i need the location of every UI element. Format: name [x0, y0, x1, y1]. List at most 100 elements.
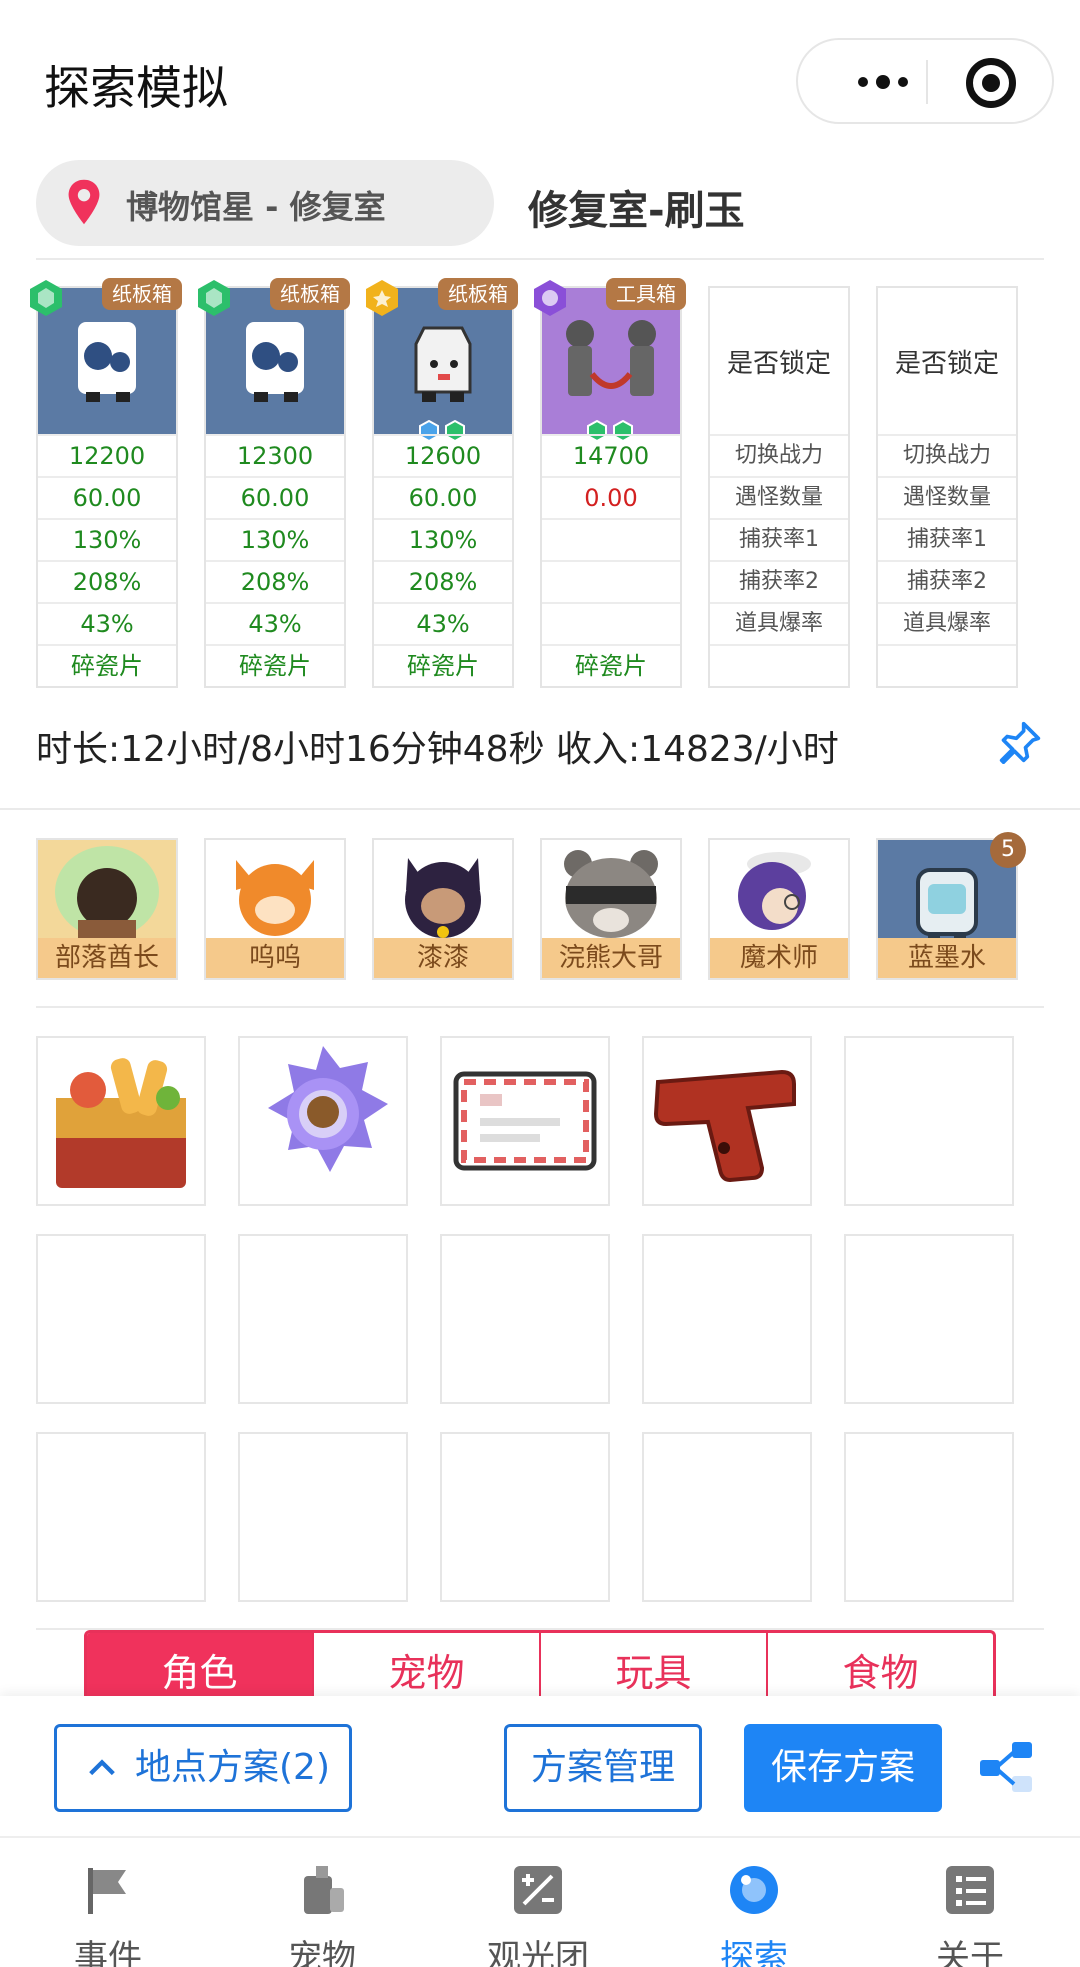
item-slot-empty[interactable] [36, 1432, 206, 1602]
item-slot-empty[interactable] [36, 1234, 206, 1404]
close-target-icon[interactable] [966, 58, 1016, 108]
lock-option[interactable]: 道具爆率 [710, 602, 848, 644]
item-slot-empty[interactable] [642, 1432, 812, 1602]
lock-empty [878, 644, 1016, 686]
rarity-badge-icon [30, 280, 62, 316]
lock-header[interactable]: 是否锁定 [878, 288, 1016, 434]
equipment-tag: 纸板箱 [270, 278, 350, 310]
item-slot-empty[interactable] [642, 1234, 812, 1404]
bottom-nav: 事件 宠物 观光团 探索 关于 [0, 1836, 1080, 1967]
rate2-value [542, 560, 680, 602]
pet-name: 魔术师 [710, 938, 848, 978]
pin-icon[interactable] [998, 720, 1042, 764]
count-value: 60.00 [38, 476, 176, 518]
tab-toy[interactable]: 玩具 [541, 1633, 768, 1696]
item-slot[interactable] [642, 1036, 812, 1206]
pet-portrait [374, 840, 512, 940]
lock-column[interactable]: 是否锁定 切换战力 遇怪数量 捕获率1 捕获率2 道具爆率 [876, 286, 1018, 688]
drop-value: 43% [374, 602, 512, 644]
tab-food[interactable]: 食物 [768, 1633, 993, 1696]
location-plan-button[interactable]: 地点方案(2) [54, 1724, 352, 1812]
nav-label: 观光团 [487, 1938, 589, 1967]
share-icon[interactable] [978, 1738, 1034, 1794]
lock-option[interactable]: 切换战力 [878, 434, 1016, 476]
lock-column[interactable]: 是否锁定 切换战力 遇怪数量 捕获率1 捕获率2 道具爆率 [708, 286, 850, 688]
nav-events[interactable]: 事件 [8, 1838, 208, 1967]
item-slot[interactable] [36, 1036, 206, 1206]
item-slot-empty[interactable] [238, 1234, 408, 1404]
lock-option[interactable]: 捕获率1 [878, 518, 1016, 560]
medal-icon [268, 1046, 388, 1172]
rate2-value: 208% [38, 560, 176, 602]
more-icon[interactable] [838, 64, 928, 100]
item-slot-empty[interactable] [844, 1234, 1014, 1404]
lock-option[interactable]: 遇怪数量 [878, 476, 1016, 518]
item-slot-empty[interactable] [440, 1234, 610, 1404]
equipment-card[interactable]: 纸板箱 12600 60.00 130% 208% 43% 碎瓷片 [366, 278, 518, 688]
location-selector[interactable]: 博物馆星 - 修复室 [36, 160, 494, 246]
lock-header[interactable]: 是否锁定 [710, 288, 848, 434]
power-value: 12600 [374, 434, 512, 476]
equipment-card[interactable]: 纸板箱 12200 60.00 130% 208% 43% 碎瓷片 [30, 278, 182, 688]
tab-pet[interactable]: 宠物 [314, 1633, 541, 1696]
nav-label: 事件 [74, 1938, 142, 1967]
pet-card[interactable]: 魔术师 [708, 838, 850, 980]
item-slot[interactable] [440, 1036, 610, 1206]
pet-card[interactable]: 呜呜 [204, 838, 346, 980]
power-value: 12300 [206, 434, 344, 476]
count-value: 60.00 [374, 476, 512, 518]
plan-manage-button[interactable]: 方案管理 [504, 1724, 702, 1812]
pet-portrait [38, 840, 176, 940]
capsule-divider [926, 60, 928, 104]
save-plan-button[interactable]: 保存方案 [744, 1724, 942, 1812]
location-title: 修复室-刷玉 [528, 188, 745, 234]
bento-box-icon [56, 1058, 186, 1188]
power-value: 14700 [542, 434, 680, 476]
location-path: 博物馆星 - 修复室 [126, 188, 386, 226]
pet-count-badge: 5 [990, 832, 1026, 868]
pet-name: 漆漆 [374, 938, 512, 978]
equipment-card[interactable]: 纸板箱 12300 60.00 130% 208% 43% 碎瓷片 [198, 278, 350, 688]
tab-character[interactable]: 角色 [87, 1633, 314, 1696]
lock-option[interactable]: 道具爆率 [878, 602, 1016, 644]
duration-income-text: 时长:12小时/8小时16分钟48秒 收入:14823/小时 [36, 729, 839, 770]
action-bar: 地点方案(2) 方案管理 保存方案 [0, 1696, 1080, 1836]
drop-item: 碎瓷片 [542, 644, 680, 686]
item-slot-empty[interactable] [238, 1432, 408, 1602]
equipment-tag: 纸板箱 [102, 278, 182, 310]
rate1-value: 130% [38, 518, 176, 560]
calculator-icon [514, 1866, 562, 1914]
rate1-value: 130% [374, 518, 512, 560]
item-slot[interactable] [238, 1036, 408, 1206]
pet-card[interactable]: 部落酋长 [36, 838, 178, 980]
pet-portrait [710, 840, 848, 940]
lock-option[interactable]: 捕获率2 [710, 560, 848, 602]
lock-option[interactable]: 切换战力 [710, 434, 848, 476]
lock-empty [710, 644, 848, 686]
drop-value: 43% [38, 602, 176, 644]
nav-pets[interactable]: 宠物 [222, 1838, 422, 1967]
nav-explore[interactable]: 探索 [654, 1838, 854, 1967]
item-slot-empty[interactable] [844, 1036, 1014, 1206]
pet-card[interactable]: 漆漆 [372, 838, 514, 980]
lock-option[interactable]: 捕获率1 [710, 518, 848, 560]
equipment-tag: 纸板箱 [438, 278, 518, 310]
lock-option[interactable]: 捕获率2 [878, 560, 1016, 602]
drop-item: 碎瓷片 [206, 644, 344, 686]
rate2-value: 208% [374, 560, 512, 602]
lock-option[interactable]: 遇怪数量 [710, 476, 848, 518]
drop-value [542, 602, 680, 644]
explore-icon [730, 1866, 778, 1914]
equipment-card[interactable]: 工具箱 14700 0.00 碎瓷片 [534, 278, 686, 688]
pet-card[interactable]: 浣熊大哥 [540, 838, 682, 980]
category-tabs: 角色 宠物 玩具 食物 [84, 1630, 996, 1696]
equipment-tag: 工具箱 [606, 278, 686, 310]
divider [0, 808, 1080, 810]
item-slot-empty[interactable] [844, 1432, 1014, 1602]
nav-label: 宠物 [288, 1938, 356, 1967]
nav-tour[interactable]: 观光团 [438, 1838, 638, 1967]
nav-about[interactable]: 关于 [870, 1838, 1070, 1967]
top-bar: 探索模拟 [0, 0, 1080, 160]
drop-item: 碎瓷片 [374, 644, 512, 686]
item-slot-empty[interactable] [440, 1432, 610, 1602]
